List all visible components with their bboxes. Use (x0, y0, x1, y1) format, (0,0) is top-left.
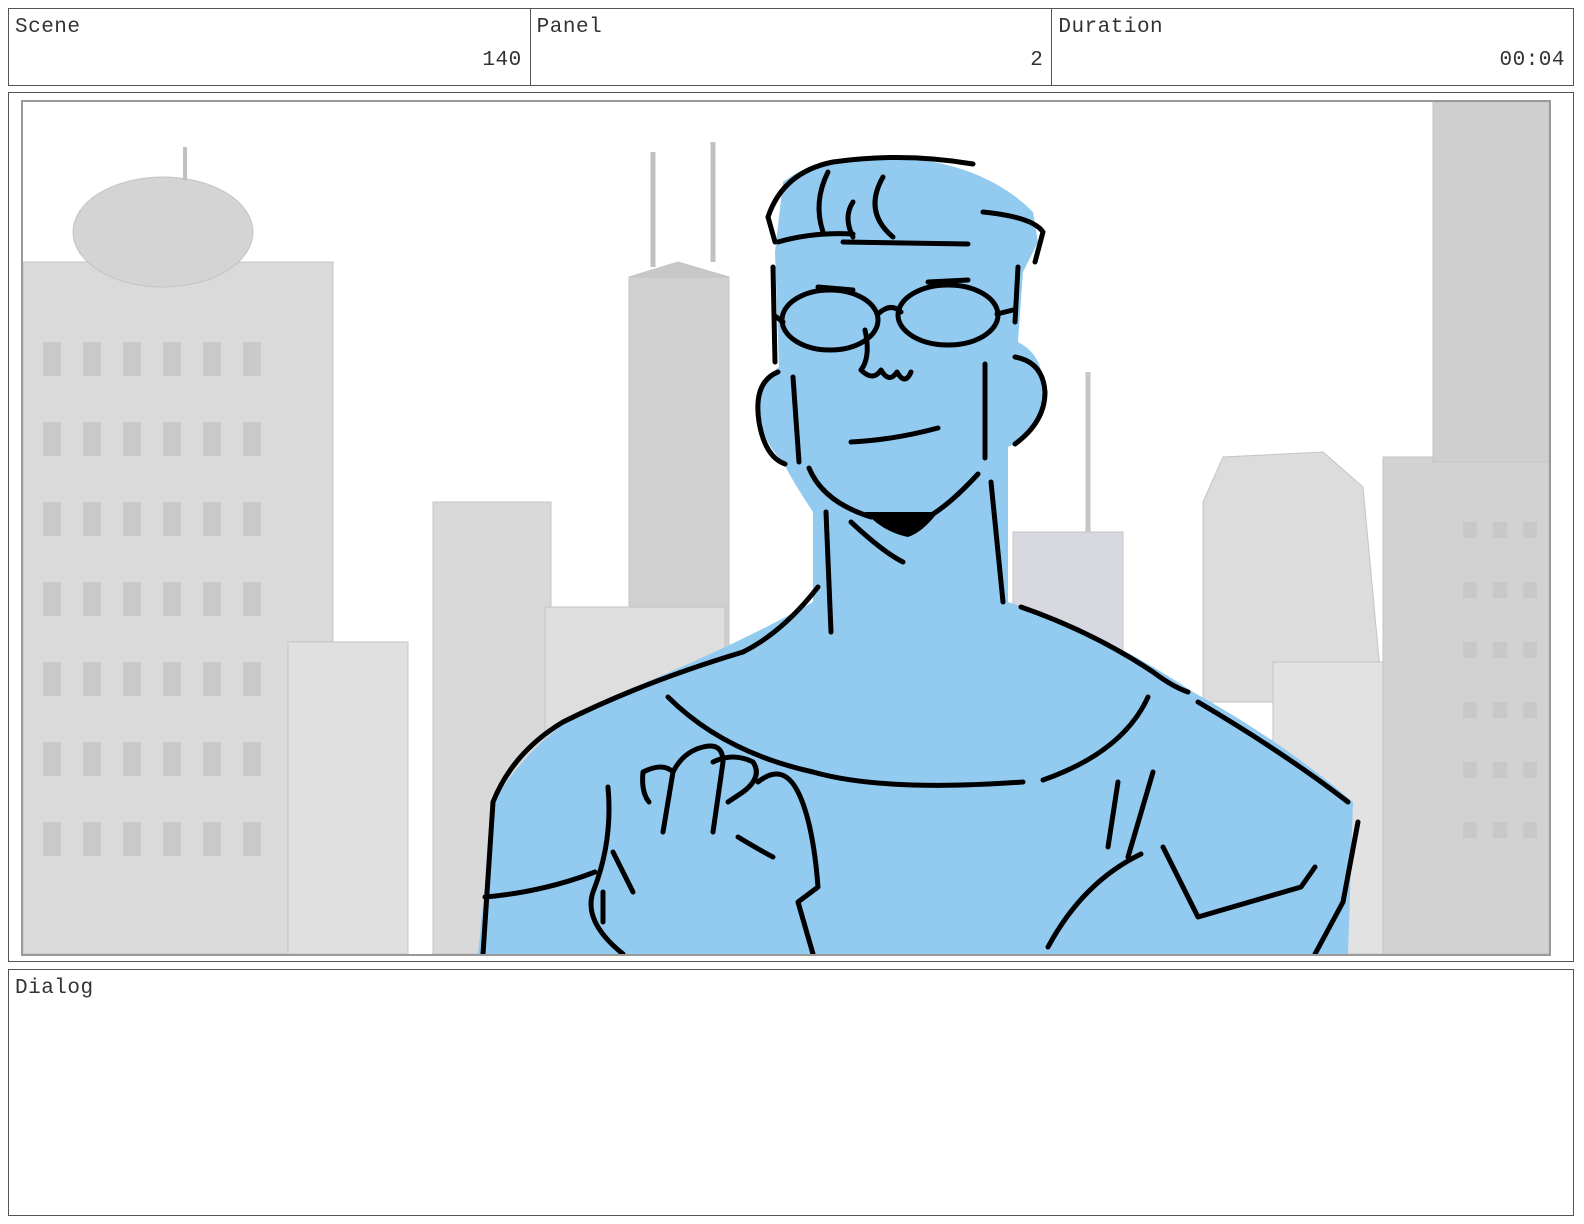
scene-field: Scene 140 (9, 9, 531, 85)
panel-field: Panel 2 (531, 9, 1053, 85)
scene-label: Scene (15, 16, 81, 39)
panel-label: Panel (536, 16, 603, 39)
scene-value: 140 (482, 49, 522, 72)
duration-value: 00:04 (1499, 49, 1566, 72)
duration-field: Duration 00:04 (1052, 9, 1573, 85)
panel-value: 2 (1030, 49, 1044, 72)
storyboard-panel (8, 92, 1574, 962)
panel-artwork (21, 100, 1551, 956)
dialog-label: Dialog (15, 977, 94, 1000)
dialog-box[interactable]: Dialog (8, 969, 1574, 1216)
duration-label: Duration (1058, 16, 1164, 39)
panel-info-header: Scene 140 Panel 2 Duration 00:04 (8, 8, 1574, 86)
city-character-sketch (23, 102, 1549, 954)
